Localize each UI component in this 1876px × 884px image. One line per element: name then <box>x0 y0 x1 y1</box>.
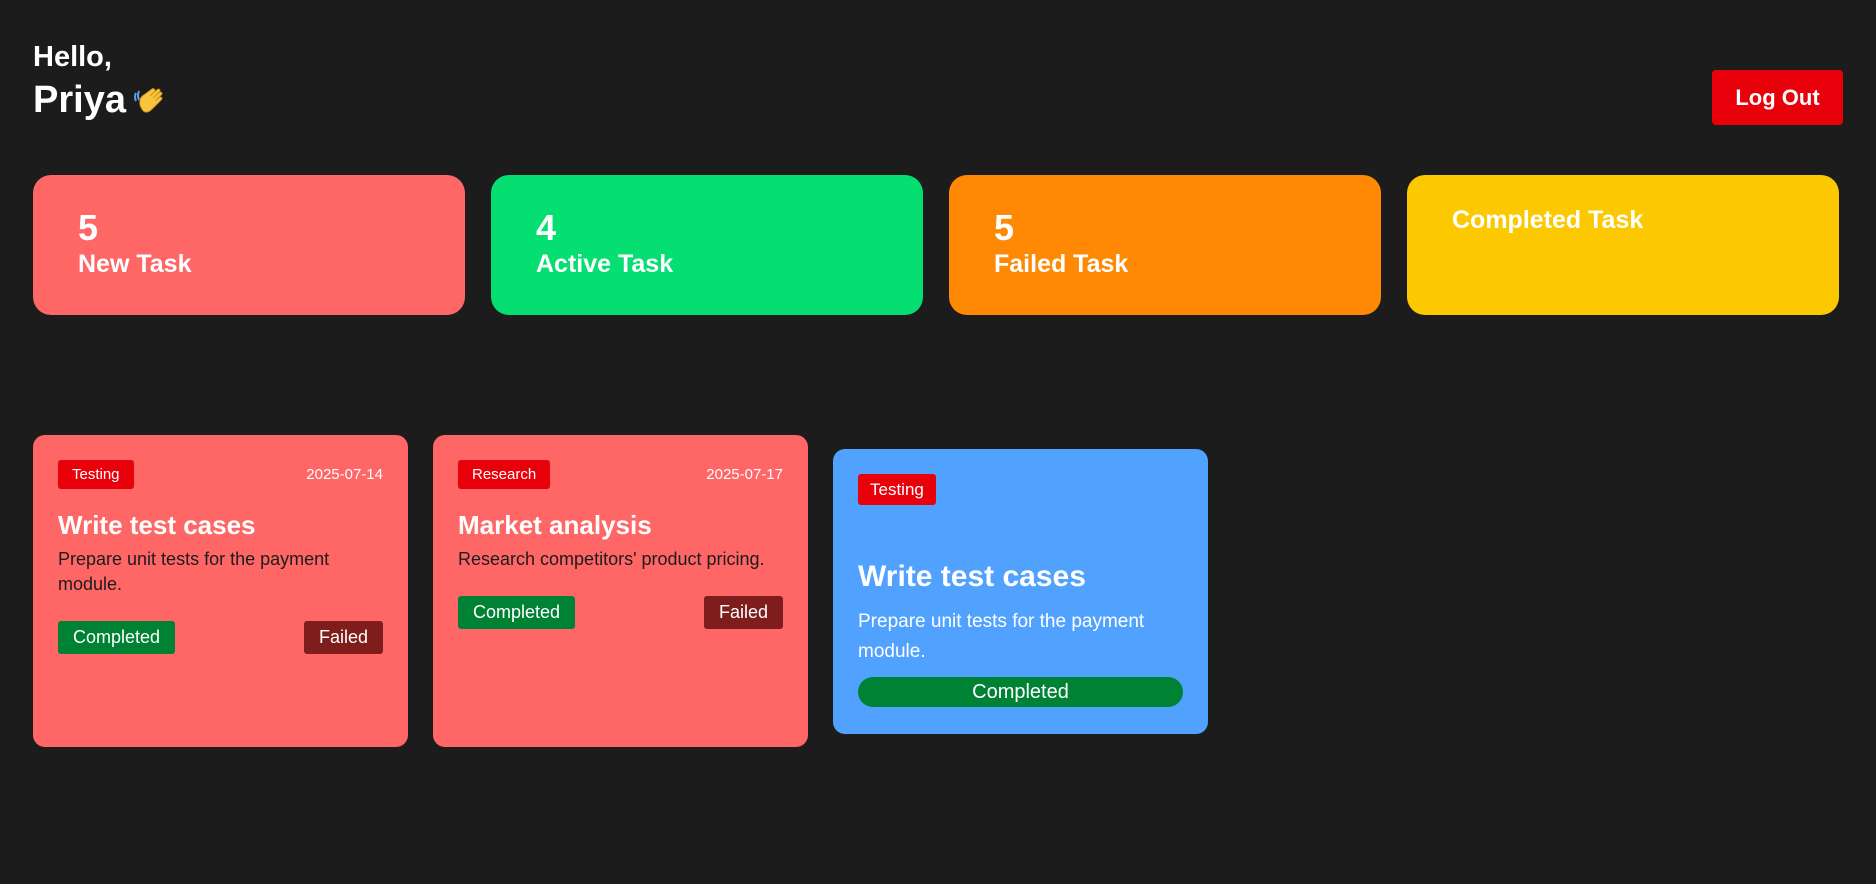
mark-failed-button[interactable]: Failed <box>703 596 783 629</box>
header: Hello, Priya Log Out <box>33 40 1843 140</box>
task-date: 2025-07-14 <box>306 466 383 483</box>
task-card-top: Research 2025-07-17 <box>458 460 783 489</box>
stat-label: Failed Task <box>994 250 1129 278</box>
waving-hand-icon <box>130 79 172 121</box>
task-actions: Completed Failed <box>58 621 383 654</box>
stat-label: New Task <box>78 250 192 278</box>
stat-label: Active Task <box>536 250 674 278</box>
task-title: Write test cases <box>858 560 1086 593</box>
completed-status-button[interactable]: Completed <box>858 677 1183 707</box>
task-title: Write test cases <box>58 510 256 540</box>
task-card: Testing Write test cases Prepare unit te… <box>833 449 1208 734</box>
user-name: Priya <box>33 79 126 121</box>
mark-completed-button[interactable]: Completed <box>458 596 576 629</box>
greeting-name-row: Priya <box>33 76 172 124</box>
category-badge: Testing <box>858 474 936 505</box>
task-card: Testing 2025-07-14 Write test cases Prep… <box>33 435 408 747</box>
mark-failed-button[interactable]: Failed <box>303 621 383 654</box>
stat-count: 5 <box>78 207 99 248</box>
stat-count: 5 <box>994 207 1015 248</box>
stat-label: Completed Task <box>1452 206 1644 234</box>
task-description: Prepare unit tests for the payment modul… <box>58 549 330 594</box>
stat-card-active: 4 Active Task <box>491 175 923 315</box>
logout-button[interactable]: Log Out <box>1712 70 1843 125</box>
category-badge: Testing <box>58 460 134 489</box>
task-description: Prepare unit tests for the payment modul… <box>858 611 1145 662</box>
task-date: 2025-07-17 <box>706 466 783 483</box>
dashboard-page: Hello, Priya Log Out 5 New Task 4 Active… <box>0 0 1876 884</box>
mark-completed-button[interactable]: Completed <box>58 621 176 654</box>
task-actions: Completed Failed <box>458 596 783 629</box>
greeting: Hello, Priya <box>33 40 172 124</box>
greeting-hello: Hello, <box>33 41 112 73</box>
stat-card-failed: 5 Failed Task <box>949 175 1381 315</box>
stat-card-new: 5 New Task <box>33 175 465 315</box>
task-description: Research competitors' product pricing. <box>458 549 765 569</box>
task-card: Research 2025-07-17 Market analysis Rese… <box>433 435 808 747</box>
task-card-top: Testing 2025-07-14 <box>58 460 383 489</box>
stats-row: 5 New Task 4 Active Task 5 Failed Task C… <box>33 175 1843 315</box>
stat-card-completed: Completed Task <box>1407 175 1839 315</box>
task-list: Testing 2025-07-14 Write test cases Prep… <box>33 435 1843 765</box>
task-title: Market analysis <box>458 510 652 540</box>
category-badge: Research <box>458 460 551 489</box>
stat-count: 4 <box>536 207 557 248</box>
task-card-top: Testing <box>858 474 1183 505</box>
